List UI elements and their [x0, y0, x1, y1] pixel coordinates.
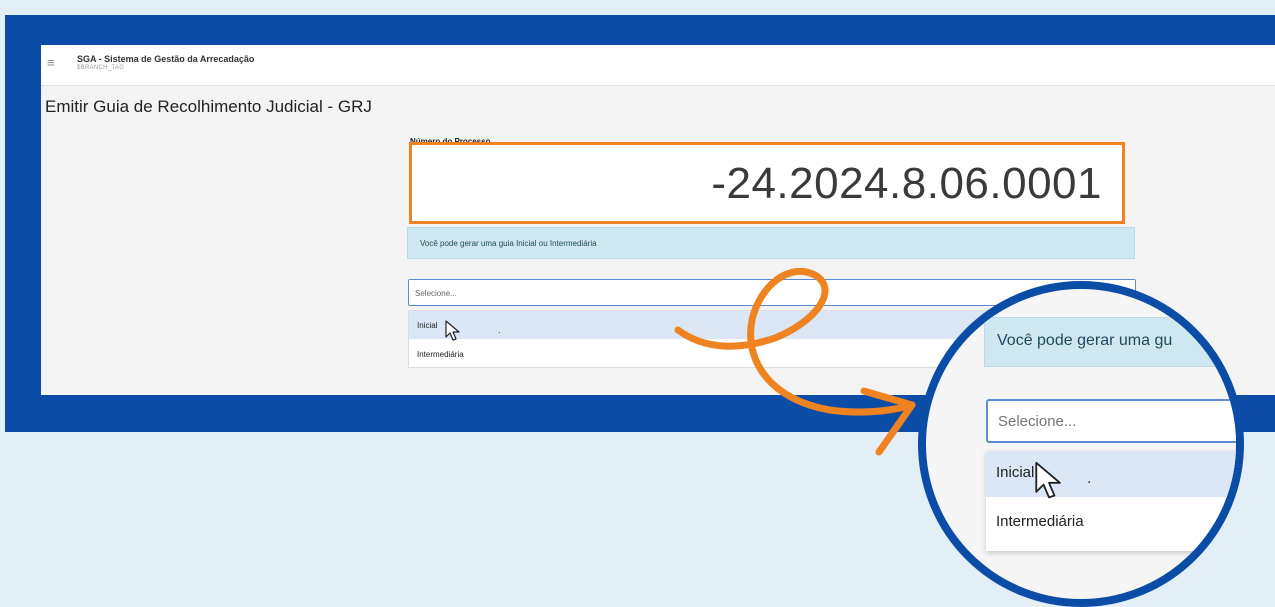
zoom-mouse-cursor-icon [1035, 461, 1061, 499]
zoom-guide-type-select[interactable]: Selecione... [986, 399, 1236, 443]
zoom-select-placeholder: Selecione... [998, 413, 1077, 430]
zoom-guide-type-dropdown: Inicial Intermediária [986, 451, 1236, 551]
zoom-cursor-dot: . [1087, 470, 1092, 487]
zoom-option-inicial[interactable]: Inicial [986, 451, 1236, 497]
zoom-magnifier: Você pode gerar uma gu Selecione... Inic… [918, 281, 1244, 607]
zoom-info-alert: Você pode gerar uma gu [984, 317, 1236, 367]
zoom-info-text: Você pode gerar uma gu [997, 332, 1173, 349]
zoom-option-intermediaria[interactable]: Intermediária [986, 501, 1236, 547]
